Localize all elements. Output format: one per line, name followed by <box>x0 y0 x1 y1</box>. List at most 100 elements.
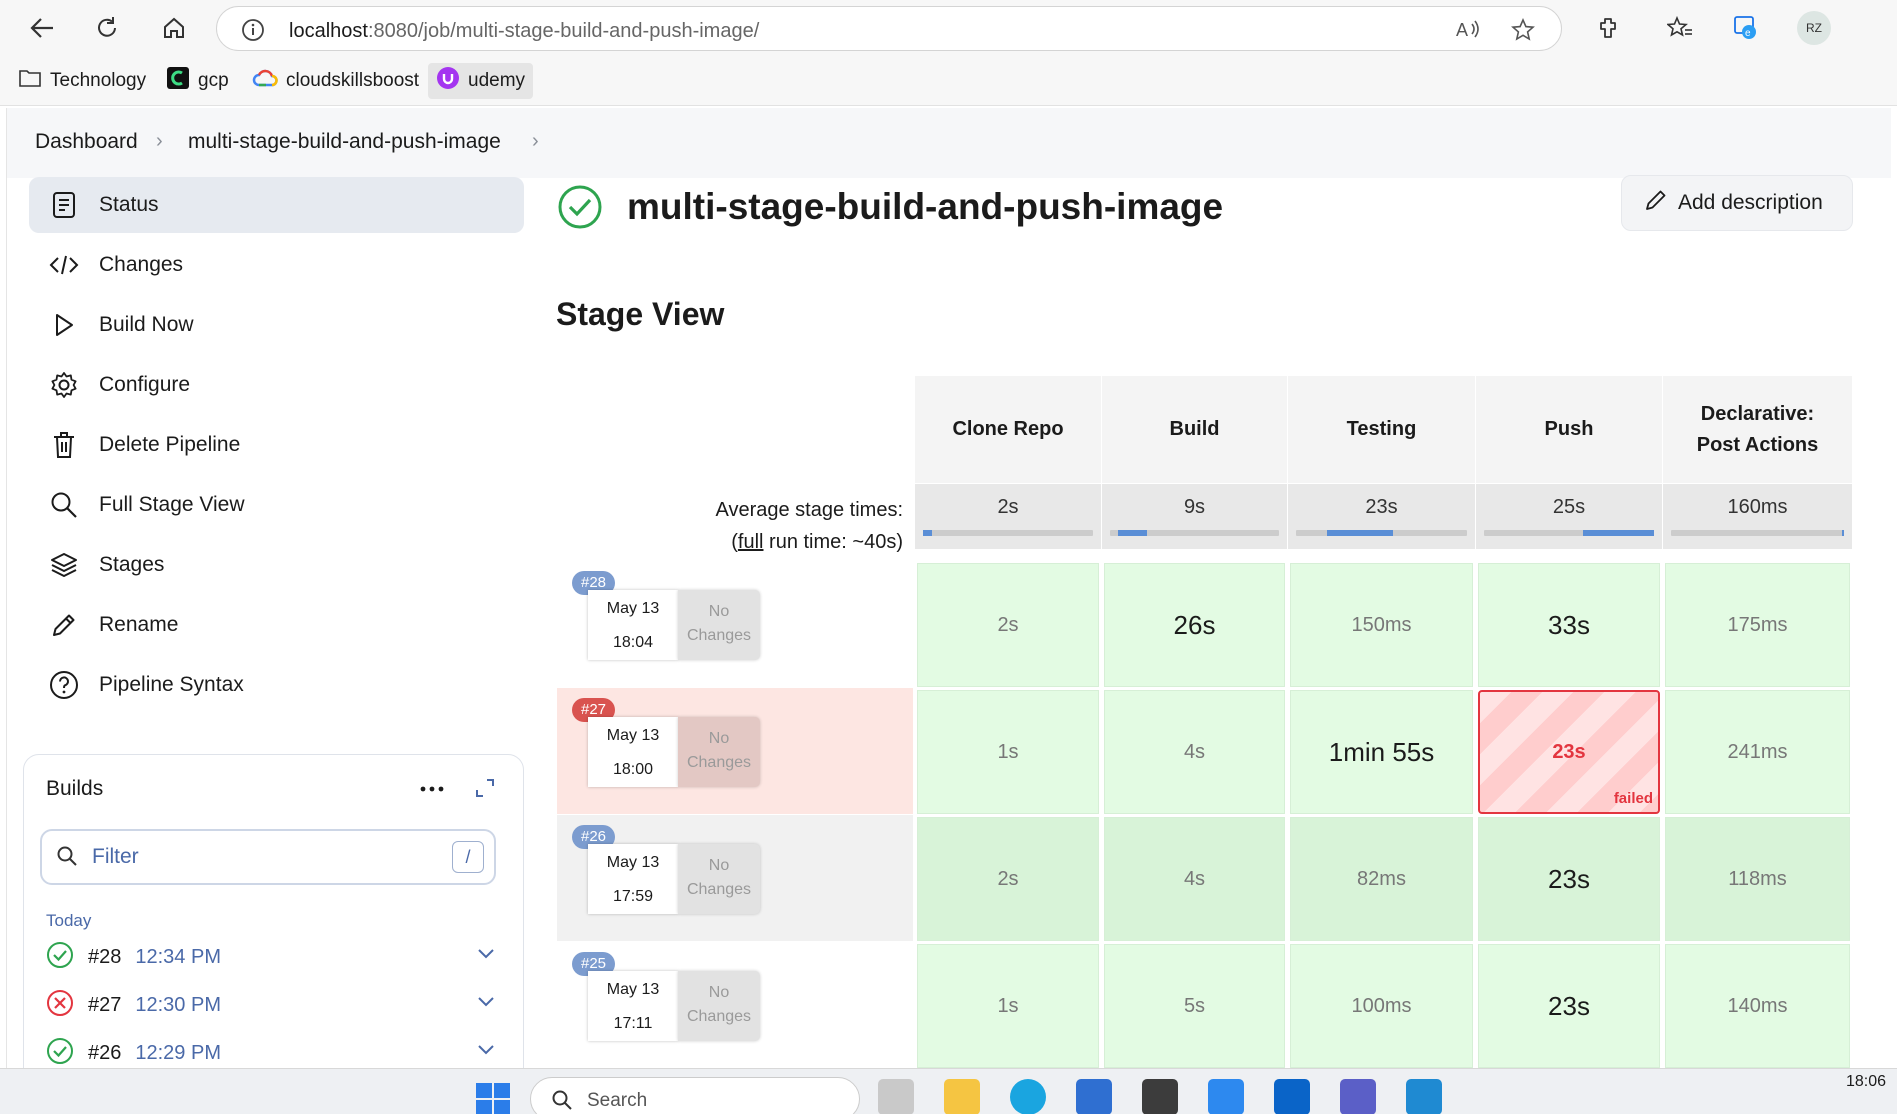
notepad-icon[interactable] <box>1208 1079 1244 1114</box>
sidebar-item-status[interactable]: Status <box>29 177 524 233</box>
stage-cell[interactable]: 140ms <box>1665 944 1850 1068</box>
chevron-down-icon[interactable] <box>477 947 495 965</box>
average-stage-times-label: Average stage times: (full run time: ~40… <box>567 494 903 558</box>
favorites-icon[interactable] <box>1662 10 1698 46</box>
file-explorer-icon[interactable] <box>944 1079 980 1114</box>
build-time[interactable]: 12:30 PM <box>135 994 221 1017</box>
build-row-28[interactable]: #28 12:34 PM <box>46 937 501 977</box>
stage-cell[interactable]: 175ms <box>1665 563 1850 687</box>
no-changes-tag: No Changes <box>678 844 760 914</box>
stage-cell[interactable]: 23s <box>1478 944 1660 1068</box>
sidebar-item-label: Delete Pipeline <box>99 433 241 456</box>
full-run-link[interactable]: full <box>738 531 764 553</box>
sidebar-item-delete-pipeline[interactable]: Delete Pipeline <box>29 417 524 473</box>
stage-header-build: Build <box>1101 376 1287 483</box>
run-date: May 13 <box>606 600 660 617</box>
stage-cell[interactable]: 4s <box>1104 817 1285 941</box>
site-info-icon[interactable] <box>241 18 265 47</box>
stage-cell[interactable]: 4s <box>1104 690 1285 814</box>
outlook-icon[interactable] <box>1274 1079 1310 1114</box>
changes-line1: No <box>708 603 730 620</box>
windows-start-icon[interactable] <box>476 1083 510 1114</box>
address-bar[interactable]: localhost:8080/job/multi-stage-build-and… <box>216 6 1562 51</box>
stage-cell[interactable]: 100ms <box>1290 944 1473 1068</box>
changes-line1: No <box>708 730 730 747</box>
store-icon[interactable] <box>1076 1079 1112 1114</box>
taskbar-search-placeholder: Search <box>587 1090 648 1111</box>
expand-icon[interactable] <box>474 777 496 804</box>
builds-filter-input[interactable]: Filter / <box>40 829 496 885</box>
stage-average: 160ms <box>1662 484 1852 549</box>
run-time: 17:11 <box>613 1015 653 1032</box>
sidebar-item-changes[interactable]: Changes <box>29 237 524 293</box>
sidebar-item-full-stage-view[interactable]: Full Stage View <box>29 477 524 533</box>
stage-cell[interactable]: 26s <box>1104 563 1285 687</box>
svg-text:e: e <box>1745 28 1751 39</box>
build-time[interactable]: 12:29 PM <box>135 1042 221 1065</box>
add-description-button[interactable]: Add description <box>1621 175 1853 231</box>
build-number[interactable]: #28 <box>88 946 121 969</box>
bookmark-udemy[interactable]: udemy <box>428 63 534 99</box>
stage-cell-failed[interactable]: 23s failed <box>1478 690 1660 814</box>
stage-cell[interactable]: 150ms <box>1290 563 1473 687</box>
build-number[interactable]: #26 <box>88 1042 121 1065</box>
sidebar-item-pipeline-syntax[interactable]: Pipeline Syntax <box>29 657 524 713</box>
stage-cell[interactable]: 241ms <box>1665 690 1850 814</box>
stage-average-bar-fill <box>1582 530 1654 536</box>
taskbar-clock[interactable]: 18:06 <box>1846 1073 1886 1091</box>
stage-cell[interactable]: 1s <box>917 944 1099 1068</box>
sidebar-item-configure[interactable]: Configure <box>29 357 524 413</box>
breadcrumb-dashboard[interactable]: Dashboard <box>35 130 138 154</box>
teams-icon[interactable] <box>1340 1079 1376 1114</box>
stage-cell[interactable]: 5s <box>1104 944 1285 1068</box>
stage-cell[interactable]: 2s <box>917 817 1099 941</box>
read-aloud-icon[interactable]: A <box>1455 18 1481 45</box>
stage-cell[interactable]: 1min 55s <box>1290 690 1473 814</box>
bookmark-technology[interactable]: Technology <box>10 63 154 99</box>
bookmark-cloudskillsboost[interactable]: cloudskillsboost <box>244 63 427 99</box>
profile-avatar[interactable]: RZ <box>1797 11 1831 45</box>
stage-average-time: 2s <box>997 496 1019 518</box>
task-view-icon[interactable] <box>878 1079 914 1114</box>
edge-browser-icon[interactable] <box>1010 1079 1046 1114</box>
os-taskbar: Search 18:06 <box>0 1068 1897 1114</box>
more-options-icon[interactable] <box>419 781 445 799</box>
reload-icon[interactable] <box>89 10 125 46</box>
favorite-star-icon[interactable] <box>1511 18 1535 47</box>
stage-header-push: Push <box>1475 376 1662 483</box>
stage-cell[interactable]: 2s <box>917 563 1099 687</box>
chevron-right-icon[interactable]: › <box>532 130 539 153</box>
stage-average-bar-fill <box>1842 530 1844 536</box>
build-time[interactable]: 12:34 PM <box>135 946 221 969</box>
taskbar-search[interactable]: Search <box>530 1077 860 1114</box>
breadcrumb-job[interactable]: multi-stage-build-and-push-image <box>188 130 501 154</box>
stage-cell[interactable]: 23s <box>1478 817 1660 941</box>
stage-average-bar-fill <box>1326 530 1394 536</box>
stage-average-time: 9s <box>1183 496 1206 518</box>
stage-average: 2s <box>914 484 1101 549</box>
bookmark-gcp[interactable]: gcp <box>158 63 237 99</box>
no-changes-tag: No Changes <box>678 590 760 660</box>
build-row-27[interactable]: #27 12:30 PM <box>46 985 501 1025</box>
stage-cell[interactable]: 82ms <box>1290 817 1473 941</box>
chevron-down-icon[interactable] <box>477 1043 495 1061</box>
run-time: 18:04 <box>612 634 654 651</box>
sidebar-item-stages[interactable]: Stages <box>29 537 524 593</box>
back-arrow-icon[interactable] <box>24 10 60 46</box>
sidebar-item-rename[interactable]: Rename <box>29 597 524 653</box>
stage-average-bar <box>1296 530 1467 536</box>
sidebar-item-build-now[interactable]: Build Now <box>29 297 524 353</box>
terminal-icon[interactable] <box>1142 1079 1178 1114</box>
vscode-icon[interactable] <box>1406 1079 1442 1114</box>
build-number[interactable]: #27 <box>88 994 121 1017</box>
chevron-down-icon[interactable] <box>477 995 495 1013</box>
search-icon <box>49 490 79 520</box>
stage-cell[interactable]: 1s <box>917 690 1099 814</box>
home-icon[interactable] <box>156 10 192 46</box>
extensions-icon[interactable] <box>1590 10 1626 46</box>
stage-cell[interactable]: 33s <box>1478 563 1660 687</box>
stage-cell[interactable]: 118ms <box>1665 817 1850 941</box>
build-row-26[interactable]: #26 12:29 PM <box>46 1033 501 1068</box>
browser-essentials-icon[interactable]: e <box>1728 10 1764 46</box>
changes-line2: Changes <box>686 627 752 644</box>
